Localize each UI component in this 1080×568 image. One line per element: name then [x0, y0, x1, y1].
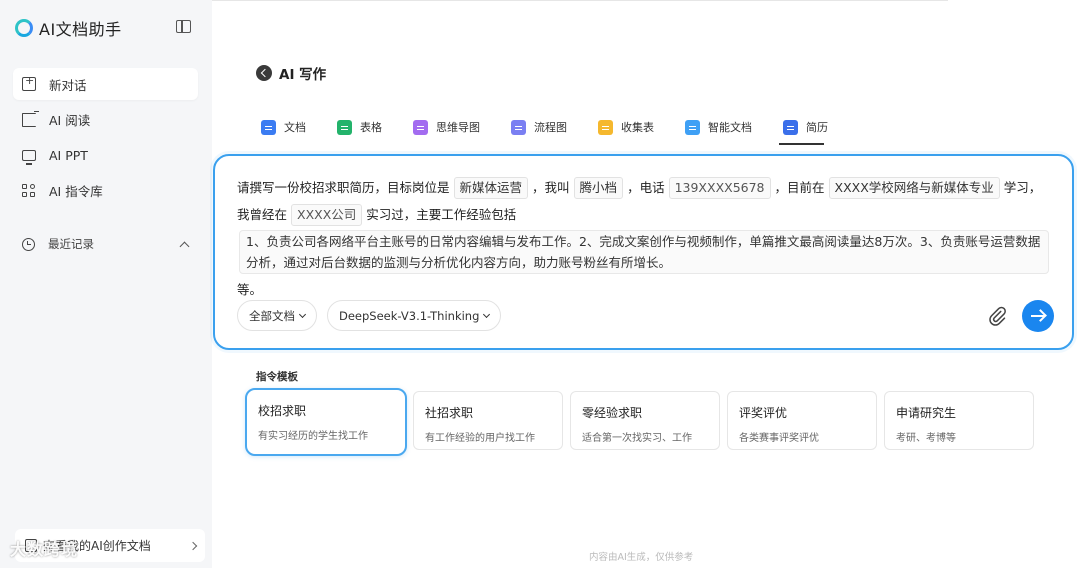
chevron-right-icon — [188, 541, 198, 550]
read-icon — [22, 110, 39, 127]
prompt-editor[interactable]: 请撰写一份校招求职简历，目标岗位是 新媒体运营 ，我叫 腾小档 ，电话 139XXXX56… — [213, 154, 1074, 350]
app-root: AI文档助手 新对话 AI 阅读 AI PPT AI 指令库 — [0, 0, 1080, 568]
template-title: 校招求职 — [258, 404, 307, 418]
flowchart-icon — [511, 119, 526, 135]
sidebar-item-label: 新对话 — [49, 77, 87, 93]
back-arrow-icon — [256, 65, 272, 81]
tab-label: 文档 — [284, 121, 306, 134]
recent-records-header[interactable]: 最近记录 — [22, 236, 192, 252]
tab-label: 智能文档 — [708, 121, 752, 134]
brand-title: AI文档助手 — [39, 20, 122, 39]
template-card-social[interactable]: 社招求职 有工作经验的用户找工作 — [413, 391, 563, 450]
template-card-no-experience[interactable]: 零经验求职 适合第一次找实习、工作 — [570, 391, 720, 450]
model-select[interactable]: DeepSeek-V3.1-Thinking — [327, 300, 502, 331]
grid-library-icon — [22, 183, 36, 198]
tab-smart-doc[interactable]: 智能文档 — [685, 117, 752, 137]
prompt-segment: ，我叫 — [532, 180, 570, 195]
prompt-text[interactable]: 请撰写一份校招求职简历，目标岗位是 新媒体运营 ，我叫 腾小档 ，电话 139XXXX56… — [237, 174, 1052, 303]
ai-disclaimer: 内容由AI生成，仅供参考 — [589, 552, 694, 563]
prompt-segment: 实习过，主要工作经验包括 — [366, 207, 517, 222]
sidebar: AI文档助手 新对话 AI 阅读 AI PPT AI 指令库 — [0, 0, 212, 568]
template-title: 零经验求职 — [582, 406, 643, 420]
slot-school-major[interactable]: XXXX学校网络与新媒体专业 — [828, 177, 1000, 199]
tab-document[interactable]: 文档 — [261, 117, 306, 137]
doc-type-tabs: 文档 表格 思维导图 流程图 收集表 智能文档 简历 — [261, 117, 828, 145]
sidebar-item-ai-prompt-library[interactable]: AI 指令库 — [13, 175, 198, 207]
smart-doc-icon — [685, 119, 700, 135]
tab-sheet[interactable]: 表格 — [337, 117, 382, 137]
form-icon — [598, 119, 613, 135]
prompt-segment: 等。 — [237, 282, 263, 297]
page-title: AI 写作 — [279, 67, 327, 83]
prompt-segment: ，电话 — [627, 180, 665, 195]
sidebar-toggle-icon[interactable] — [176, 20, 191, 33]
slot-name[interactable]: 腾小档 — [573, 177, 624, 199]
template-desc: 适合第一次找实习、工作 — [582, 433, 692, 444]
chevron-up-icon[interactable] — [179, 241, 190, 251]
tab-flowchart[interactable]: 流程图 — [511, 117, 567, 137]
tab-label: 流程图 — [534, 121, 567, 134]
paperclip-icon[interactable] — [987, 306, 1007, 326]
chevron-down-icon — [483, 310, 491, 318]
resume-icon — [783, 119, 798, 135]
slot-company[interactable]: XXXX公司 — [291, 204, 363, 226]
sidebar-item-ai-ppt[interactable]: AI PPT — [13, 139, 198, 171]
templates-label: 指令模板 — [256, 371, 298, 383]
brand-logo-icon — [15, 19, 33, 37]
template-card-awards[interactable]: 评奖评优 各类赛事评奖评优 — [727, 391, 877, 450]
watermark: 大数跨境 — [10, 540, 79, 559]
prompt-segment: ，目前在 — [774, 180, 825, 195]
history-clock-icon — [22, 237, 35, 251]
sidebar-item-label: AI 指令库 — [49, 184, 103, 199]
document-icon — [261, 119, 276, 135]
chevron-down-icon — [298, 310, 307, 318]
new-chat-icon — [22, 74, 36, 91]
sidebar-nav: 新对话 AI 阅读 AI PPT AI 指令库 — [13, 68, 198, 210]
slot-target-position[interactable]: 新媒体运营 — [453, 177, 529, 199]
template-title: 评奖评优 — [739, 406, 788, 420]
sheet-icon — [337, 119, 352, 135]
presentation-icon — [22, 149, 36, 165]
brand: AI文档助手 — [15, 16, 122, 40]
mindmap-icon — [413, 119, 428, 135]
top-divider — [212, 0, 948, 1]
sidebar-item-label: AI 阅读 — [49, 113, 91, 128]
model-value: DeepSeek-V3.1-Thinking — [339, 308, 480, 323]
tab-label: 收集表 — [621, 121, 654, 134]
template-desc: 考研、考博等 — [896, 433, 956, 444]
back-button[interactable]: AI 写作 — [256, 63, 326, 83]
tab-form[interactable]: 收集表 — [598, 117, 654, 137]
sidebar-item-ai-read[interactable]: AI 阅读 — [13, 104, 198, 136]
sidebar-item-new-chat[interactable]: 新对话 — [13, 68, 198, 100]
template-card-graduate[interactable]: 申请研究生 考研、考博等 — [884, 391, 1034, 450]
tab-resume[interactable]: 简历 — [779, 117, 828, 145]
template-desc: 有工作经验的用户找工作 — [425, 433, 535, 444]
template-title: 社招求职 — [425, 406, 474, 420]
slot-phone[interactable]: 139XXXX5678 — [668, 177, 771, 199]
template-card-campus[interactable]: 校招求职 有实习经历的学生找工作 — [245, 388, 407, 456]
template-desc: 有实习经历的学生找工作 — [258, 431, 368, 442]
tab-label: 思维导图 — [436, 121, 480, 134]
send-button[interactable] — [1022, 300, 1054, 332]
tab-label: 表格 — [360, 121, 382, 134]
slot-work-experience[interactable]: 1、负责公司各网络平台主账号的日常内容编辑与发布工作。2、完成文案创作与视频制作… — [239, 230, 1049, 274]
prompt-segment: 请撰写一份校招求职简历，目标岗位是 — [237, 180, 450, 195]
recent-records-label: 最近记录 — [48, 237, 94, 251]
template-title: 申请研究生 — [896, 406, 957, 420]
template-desc: 各类赛事评奖评优 — [739, 433, 819, 444]
tab-label: 简历 — [806, 121, 828, 134]
doc-scope-select[interactable]: 全部文档 — [237, 300, 317, 331]
tab-mindmap[interactable]: 思维导图 — [413, 117, 480, 137]
sidebar-item-label: AI PPT — [49, 147, 88, 163]
doc-scope-value: 全部文档 — [249, 308, 295, 323]
